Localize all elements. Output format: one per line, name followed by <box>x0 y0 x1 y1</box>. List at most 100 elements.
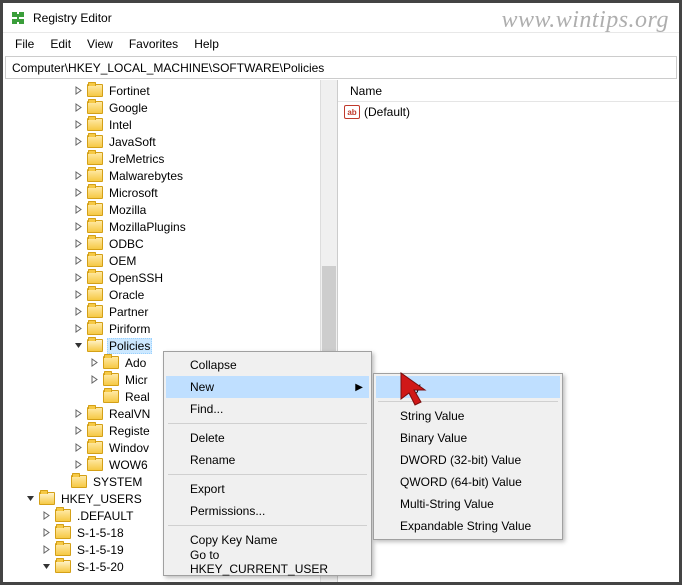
tree-item[interactable]: Piriform <box>3 320 337 337</box>
chevron-right-icon[interactable] <box>71 220 85 234</box>
chevron-right-icon[interactable] <box>71 203 85 217</box>
chevron-right-icon[interactable] <box>71 169 85 183</box>
chevron-right-icon[interactable] <box>71 458 85 472</box>
chevron-down-icon[interactable] <box>71 339 85 353</box>
menu-item-label: Export <box>190 482 225 496</box>
chevron-right-icon[interactable] <box>71 441 85 455</box>
chevron-right-icon[interactable] <box>71 84 85 98</box>
menu-item[interactable]: Multi-String Value <box>376 493 560 515</box>
menu-help[interactable]: Help <box>186 35 227 53</box>
menu-item[interactable]: DWORD (32-bit) Value <box>376 449 560 471</box>
menu-item[interactable]: Permissions... <box>166 500 369 522</box>
tree-item-label: S-1-5-18 <box>75 526 126 540</box>
menu-edit[interactable]: Edit <box>42 35 79 53</box>
tree-item[interactable]: OEM <box>3 252 337 269</box>
tree-item[interactable]: Microsoft <box>3 184 337 201</box>
chevron-right-icon[interactable] <box>71 186 85 200</box>
chevron-right-icon[interactable] <box>39 543 53 557</box>
menu-separator <box>168 525 367 526</box>
chevron-right-icon[interactable] <box>71 254 85 268</box>
chevron-down-icon[interactable] <box>23 492 37 506</box>
menu-item[interactable]: Rename <box>166 449 369 471</box>
folder-icon <box>55 526 71 539</box>
chevron-right-icon[interactable] <box>71 305 85 319</box>
folder-icon <box>87 424 103 437</box>
tree-item[interactable]: Google <box>3 99 337 116</box>
column-name[interactable]: Name <box>344 82 388 100</box>
menu-item[interactable]: New▶ <box>166 376 369 398</box>
menu-view[interactable]: View <box>79 35 121 53</box>
chevron-right-icon[interactable] <box>71 271 85 285</box>
menu-item[interactable]: String Value <box>376 405 560 427</box>
folder-icon <box>87 407 103 420</box>
chevron-right-icon[interactable] <box>71 424 85 438</box>
tree-item[interactable]: Partner <box>3 303 337 320</box>
tree-item-label: Piriform <box>107 322 152 336</box>
tree-item-label: Micr <box>123 373 150 387</box>
tree-item-label: JavaSoft <box>107 135 158 149</box>
menu-separator <box>378 401 558 402</box>
menu-item[interactable]: Expandable String Value <box>376 515 560 537</box>
tree-item-label: Registe <box>107 424 152 438</box>
chevron-right-icon[interactable] <box>71 407 85 421</box>
tree-item-label: SYSTEM <box>91 475 144 489</box>
tree-item[interactable]: ODBC <box>3 235 337 252</box>
tree-item-label: Policies <box>107 338 152 354</box>
menu-item[interactable]: Go to HKEY_CURRENT_USER <box>166 551 369 573</box>
menu-item-label: Find... <box>190 402 223 416</box>
folder-icon <box>87 203 103 216</box>
address-bar[interactable]: Computer\HKEY_LOCAL_MACHINE\SOFTWARE\Pol… <box>5 56 677 79</box>
folder-icon <box>55 560 71 573</box>
menu-item-label: Collapse <box>190 358 237 372</box>
tree-item-label: JreMetrics <box>107 152 166 166</box>
chevron-right-icon[interactable] <box>39 526 53 540</box>
tree-item-label: Ado <box>123 356 148 370</box>
submenu-arrow-icon: ▶ <box>355 382 363 393</box>
tree-item-label: .DEFAULT <box>75 509 135 523</box>
tree-item[interactable]: JreMetrics <box>3 150 337 167</box>
chevron-right-icon[interactable] <box>71 118 85 132</box>
menu-item[interactable]: Export <box>166 478 369 500</box>
chevron-down-icon[interactable] <box>39 560 53 574</box>
menu-item[interactable]: Key <box>376 376 560 398</box>
menu-item-label: Binary Value <box>400 431 467 445</box>
tree-item[interactable]: JavaSoft <box>3 133 337 150</box>
menu-item[interactable]: Find... <box>166 398 369 420</box>
folder-icon <box>87 288 103 301</box>
tree-item-label: Fortinet <box>107 84 152 98</box>
chevron-right-icon[interactable] <box>39 509 53 523</box>
folder-icon <box>87 339 103 352</box>
chevron-right-icon[interactable] <box>71 237 85 251</box>
folder-icon <box>87 237 103 250</box>
tree-item[interactable]: OpenSSH <box>3 269 337 286</box>
tree-item[interactable]: Intel <box>3 116 337 133</box>
chevron-right-icon[interactable] <box>71 322 85 336</box>
new-submenu: Key String Value Binary Value DWORD (32-bit… <box>373 373 563 540</box>
menu-favorites[interactable]: Favorites <box>121 35 186 53</box>
menu-item-label: DWORD (32-bit) Value <box>400 453 521 467</box>
tree-item[interactable]: Malwarebytes <box>3 167 337 184</box>
chevron-right-icon[interactable] <box>71 101 85 115</box>
menu-item[interactable]: Collapse <box>166 354 369 376</box>
chevron-right-icon[interactable] <box>71 288 85 302</box>
menu-file[interactable]: File <box>7 35 42 53</box>
list-header[interactable]: Name <box>338 80 679 102</box>
context-menu: Collapse New▶ Find... Delete Rename Export Per… <box>163 351 372 576</box>
tree-item[interactable]: Oracle <box>3 286 337 303</box>
chevron-right-icon[interactable] <box>87 356 101 370</box>
tree-item[interactable]: Mozilla <box>3 201 337 218</box>
menu-item[interactable]: Binary Value <box>376 427 560 449</box>
tree-item-label: OpenSSH <box>107 271 165 285</box>
folder-icon <box>55 509 71 522</box>
folder-icon <box>103 390 119 403</box>
menu-item[interactable]: QWORD (64-bit) Value <box>376 471 560 493</box>
folder-icon <box>87 441 103 454</box>
menu-item-label: Rename <box>190 453 235 467</box>
menu-item[interactable]: Delete <box>166 427 369 449</box>
chevron-right-icon[interactable] <box>71 135 85 149</box>
tree-item[interactable]: MozillaPlugins <box>3 218 337 235</box>
tree-item[interactable]: Fortinet <box>3 82 337 99</box>
list-row[interactable]: ab (Default) <box>342 104 675 120</box>
folder-icon <box>87 322 103 335</box>
chevron-right-icon[interactable] <box>87 373 101 387</box>
